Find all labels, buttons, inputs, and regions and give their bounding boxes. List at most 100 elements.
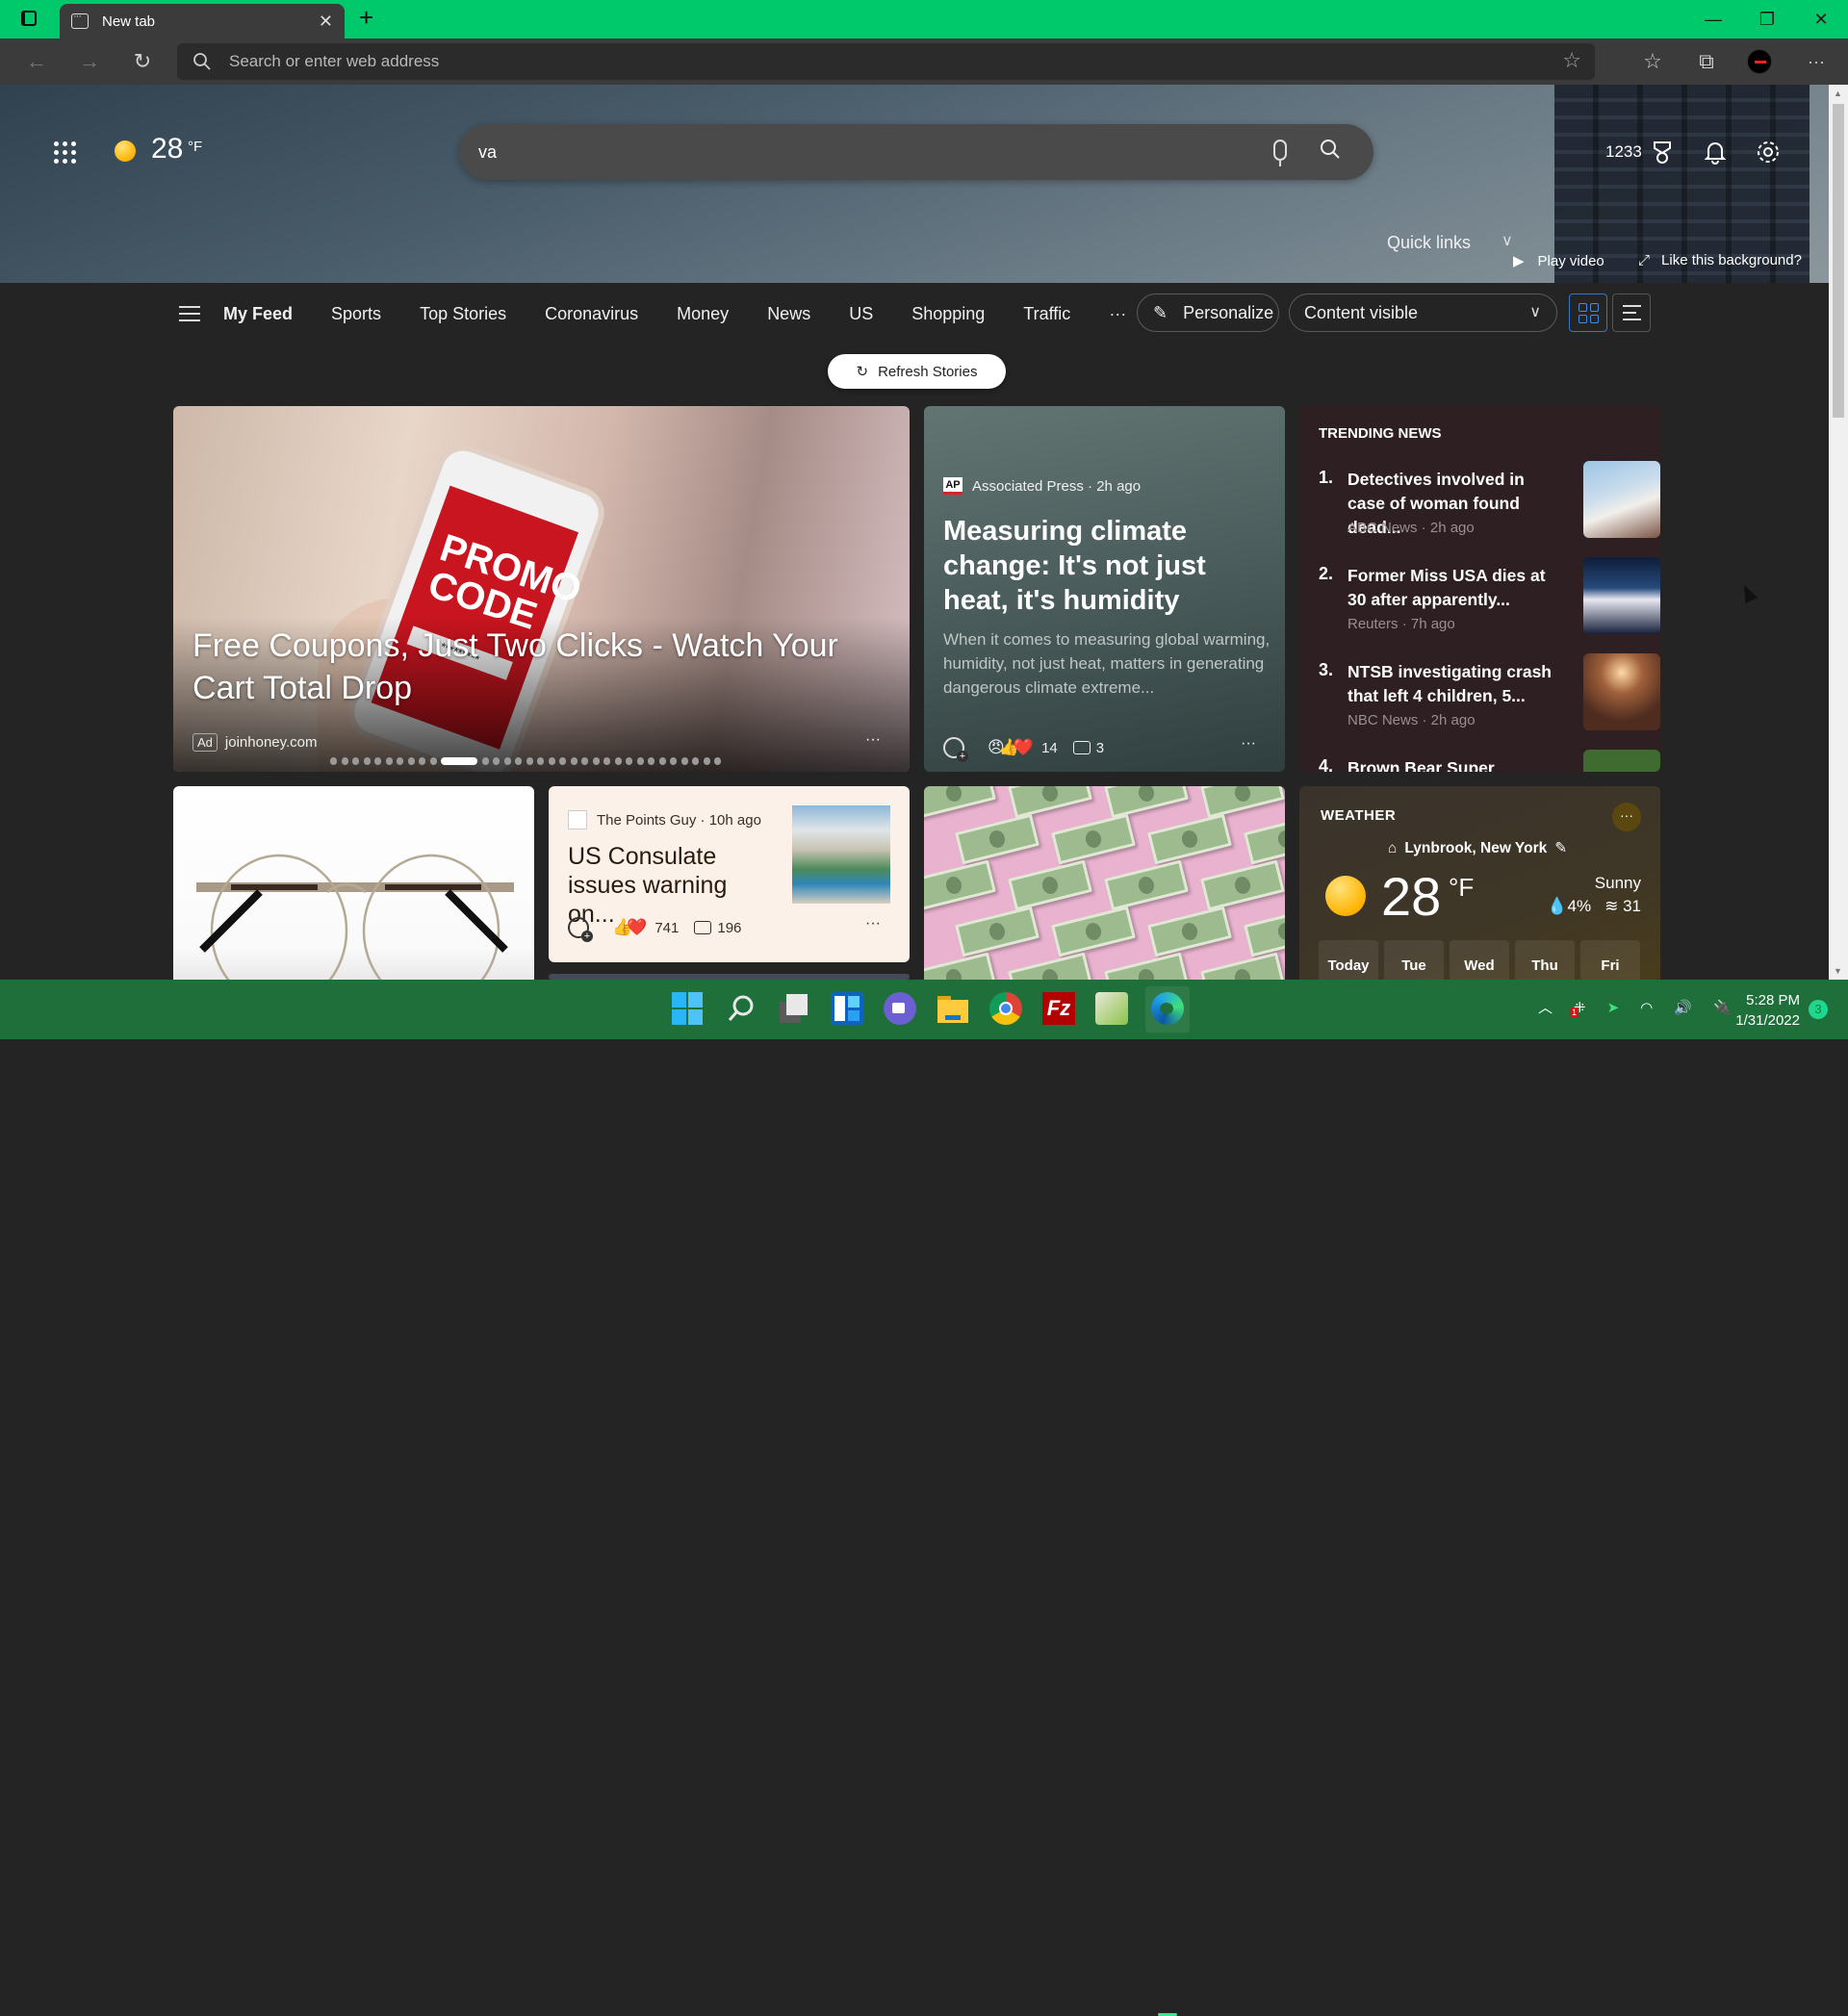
- rewards-medal-icon[interactable]: [1649, 139, 1676, 166]
- nav-item-shopping[interactable]: Shopping: [911, 304, 985, 324]
- volume-icon[interactable]: 🔊: [1674, 999, 1692, 1016]
- carousel-dot[interactable]: [330, 757, 337, 765]
- carousel-dot-active[interactable]: [441, 757, 477, 765]
- trending-title[interactable]: Brown Bear Super: [1348, 756, 1559, 772]
- grid-layout-button[interactable]: [1569, 293, 1607, 332]
- banner-temperature[interactable]: 28: [151, 133, 183, 166]
- carousel-dot[interactable]: [503, 757, 511, 765]
- list-layout-button[interactable]: [1612, 293, 1651, 332]
- carousel-dot[interactable]: [658, 757, 666, 765]
- nav-item-coronavirus[interactable]: Coronavirus: [545, 304, 638, 324]
- card-title[interactable]: Measuring climate change: It's not just …: [943, 514, 1270, 618]
- scrollbar-thumb[interactable]: [1833, 104, 1844, 418]
- carousel-dot[interactable]: [548, 757, 555, 765]
- carousel-dot[interactable]: [419, 757, 425, 765]
- widgets-icon[interactable]: [831, 992, 863, 1025]
- carousel-dot[interactable]: [703, 757, 710, 765]
- carousel-dot[interactable]: [670, 757, 677, 765]
- new-tab-button[interactable]: +: [359, 3, 373, 33]
- hero-ad-card[interactable]: PROMO CODE********* Free Coupons, Just T…: [173, 406, 910, 772]
- quick-links-toggle[interactable]: Quick links: [1387, 233, 1471, 253]
- carousel-dot[interactable]: [680, 757, 688, 765]
- notepad-plus-plus-icon[interactable]: [1095, 992, 1128, 1025]
- microphone-icon[interactable]: [1273, 140, 1287, 166]
- forward-icon[interactable]: →: [68, 38, 111, 85]
- weather-card[interactable]: WEATHER ··· ⌂ Lynbrook, New York ✎ 28 °F…: [1299, 786, 1660, 988]
- carousel-dot[interactable]: [481, 757, 489, 765]
- carousel-dot[interactable]: [352, 757, 359, 765]
- web-search-input[interactable]: va: [459, 124, 1373, 180]
- add-reaction-icon[interactable]: [943, 737, 968, 762]
- play-video-button[interactable]: ▶ Play video: [1513, 252, 1604, 270]
- carousel-dot[interactable]: [614, 757, 622, 765]
- file-explorer-icon[interactable]: [937, 992, 969, 1025]
- weather-more-options-icon[interactable]: ···: [1612, 803, 1641, 831]
- comment-icon[interactable]: [1072, 741, 1091, 754]
- nav-item-money[interactable]: Money: [677, 304, 729, 324]
- favorites-icon[interactable]: ☆: [1631, 38, 1674, 85]
- carousel-dot[interactable]: [363, 757, 371, 765]
- nav-item-traffic[interactable]: Traffic: [1023, 304, 1070, 324]
- chevron-down-icon[interactable]: ∨: [1502, 231, 1513, 250]
- close-tab-icon[interactable]: ✕: [319, 12, 333, 32]
- carousel-dot[interactable]: [526, 757, 533, 765]
- trending-title[interactable]: NTSB investigating crash that left 4 chi…: [1348, 660, 1559, 708]
- trending-title[interactable]: Former Miss USA dies at 30 after apparen…: [1348, 564, 1559, 612]
- teams-chat-icon[interactable]: [884, 992, 916, 1025]
- edit-location-pencil-icon[interactable]: ✎: [1554, 839, 1567, 857]
- carousel-dot[interactable]: [374, 757, 381, 765]
- carousel-dot[interactable]: [581, 757, 588, 765]
- dropbox-icon[interactable]: ⁜ 1: [1570, 999, 1586, 1017]
- page-settings-gear-icon[interactable]: [1755, 139, 1782, 166]
- add-favorite-icon[interactable]: ☆: [1562, 48, 1581, 73]
- hero-title[interactable]: Free Coupons, Just Two Clicks - Watch Yo…: [192, 625, 886, 709]
- filezilla-icon[interactable]: Fz: [1042, 992, 1075, 1025]
- glasses-ad-card[interactable]: [173, 786, 534, 988]
- money-image-card[interactable]: [924, 786, 1285, 988]
- rewards-points[interactable]: 1233: [1605, 142, 1642, 162]
- carousel-dot[interactable]: [385, 757, 393, 765]
- page-scrollbar[interactable]: ▲ ▼: [1829, 85, 1848, 980]
- carousel-dot[interactable]: [407, 757, 415, 765]
- notifications-bell-icon[interactable]: [1702, 139, 1729, 166]
- settings-more-icon[interactable]: ···: [1795, 38, 1837, 85]
- nav-item-top-stories[interactable]: Top Stories: [420, 304, 506, 324]
- location-arrow-icon[interactable]: ➤: [1607, 999, 1620, 1016]
- carousel-dot[interactable]: [603, 757, 610, 765]
- comment-icon[interactable]: [694, 921, 712, 934]
- back-icon[interactable]: ←: [15, 38, 58, 85]
- hero-more-options-icon[interactable]: ···: [865, 731, 881, 749]
- like-background-button[interactable]: ⤢ Like this background?: [1638, 252, 1802, 268]
- card-more-options-icon[interactable]: ···: [865, 915, 881, 932]
- restore-button[interactable]: ❐: [1740, 0, 1794, 38]
- carousel-dot[interactable]: [537, 757, 544, 765]
- search-icon[interactable]: [725, 992, 757, 1025]
- carousel-dot[interactable]: [559, 757, 566, 765]
- scroll-up-arrow[interactable]: ▲: [1834, 89, 1842, 98]
- search-icon[interactable]: [1320, 139, 1341, 160]
- news-card-climate[interactable]: AP Associated Press · 2h ago Measuring c…: [924, 406, 1285, 772]
- app-launcher-icon[interactable]: [54, 141, 76, 164]
- nav-more-button[interactable]: ···: [1109, 304, 1126, 324]
- carousel-dot[interactable]: [636, 757, 644, 765]
- carousel-dot[interactable]: [570, 757, 578, 765]
- tab-new-tab[interactable]: New tab ✕: [60, 4, 345, 38]
- clock[interactable]: 5:28 PM 1/31/2022: [1728, 990, 1800, 1031]
- weather-location[interactable]: ⌂ Lynbrook, New York ✎: [1388, 839, 1567, 857]
- tab-actions-icon[interactable]: [21, 11, 37, 26]
- carousel-dot[interactable]: [692, 757, 699, 765]
- hamburger-menu-icon[interactable]: [179, 306, 200, 321]
- carousel-dot[interactable]: [714, 757, 721, 765]
- chrome-icon[interactable]: [989, 992, 1022, 1025]
- carousel-dot[interactable]: [648, 757, 654, 765]
- minimize-button[interactable]: —: [1686, 0, 1740, 38]
- refresh-icon[interactable]: ↻: [121, 38, 164, 85]
- add-reaction-icon[interactable]: [568, 917, 593, 942]
- edge-icon[interactable]: [1151, 992, 1184, 1025]
- carousel-dots[interactable]: [330, 757, 721, 765]
- carousel-dot[interactable]: [493, 757, 500, 765]
- carousel-dot[interactable]: [515, 757, 522, 765]
- close-window-button[interactable]: ✕: [1794, 0, 1848, 38]
- card-more-options-icon[interactable]: ···: [1241, 735, 1256, 753]
- personalize-button[interactable]: ✎ Personalize: [1137, 293, 1279, 332]
